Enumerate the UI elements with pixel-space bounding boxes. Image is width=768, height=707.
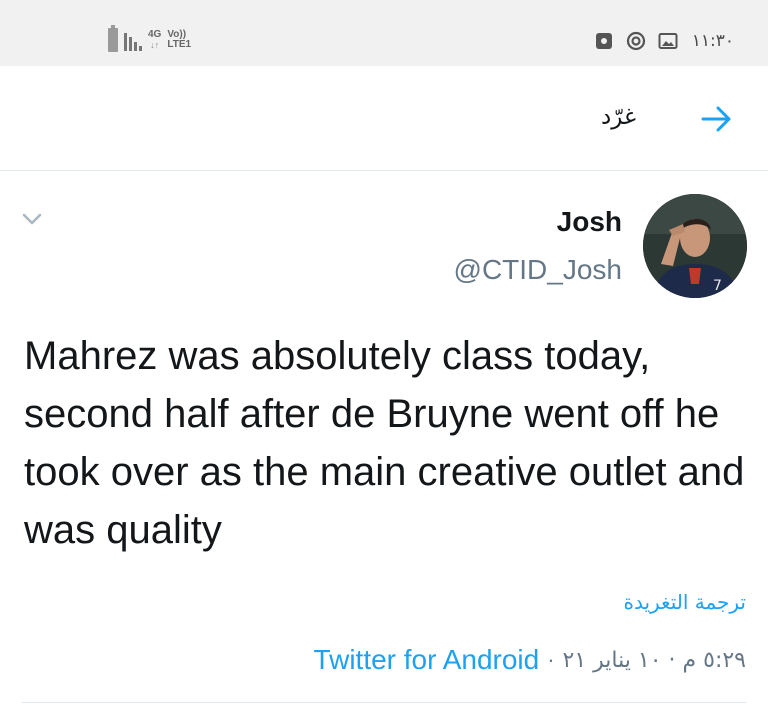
app-notification-icon	[595, 33, 612, 49]
avatar[interactable]: 7	[643, 194, 747, 298]
tweet-meta: Twitter for Android · ٥:٢٩ م · ١٠ يناير …	[314, 642, 746, 678]
meta-separator: ·	[547, 647, 555, 672]
svg-text:7: 7	[713, 278, 722, 294]
translate-tweet-link[interactable]: ترجمة التغريدة	[623, 590, 746, 614]
status-indicators-right: ١١:٣٠	[594, 28, 734, 54]
volte-bottom: LTE1	[167, 39, 192, 50]
author-name[interactable]: Josh	[557, 206, 622, 238]
tweet-source-link[interactable]: Twitter for Android	[314, 644, 540, 676]
compose-header: غرّد	[0, 66, 768, 171]
avatar-image: 7	[643, 194, 747, 298]
vpn-icon	[626, 31, 645, 51]
network-arrows: ↓↑	[150, 40, 160, 50]
status-time: ١١:٣٠	[691, 31, 734, 51]
tweet-timestamp: ٥:٢٩ م · ١٠ يناير ٢١	[562, 647, 746, 673]
volte-indicator: Vo)) LTE1	[167, 30, 191, 50]
network-type: 4G	[148, 29, 162, 40]
gallery-icon	[658, 33, 678, 49]
header-title: غرّد	[601, 104, 636, 130]
divider	[22, 702, 746, 703]
status-bar: 4G ↓↑ Vo)) LTE1 ١١:٣٠	[0, 0, 768, 66]
status-indicators-left: 4G ↓↑ Vo)) LTE1	[108, 25, 191, 54]
signal-bars-icon	[124, 29, 142, 51]
chevron-down-icon[interactable]	[22, 212, 42, 226]
author-handle[interactable]: @CTID_Josh	[454, 254, 622, 286]
battery-icon	[108, 25, 118, 52]
arrow-right-icon[interactable]	[700, 104, 734, 134]
tweet-text: Mahrez was absolutely class today, secon…	[24, 334, 745, 552]
network-indicator: 4G ↓↑	[148, 29, 162, 51]
